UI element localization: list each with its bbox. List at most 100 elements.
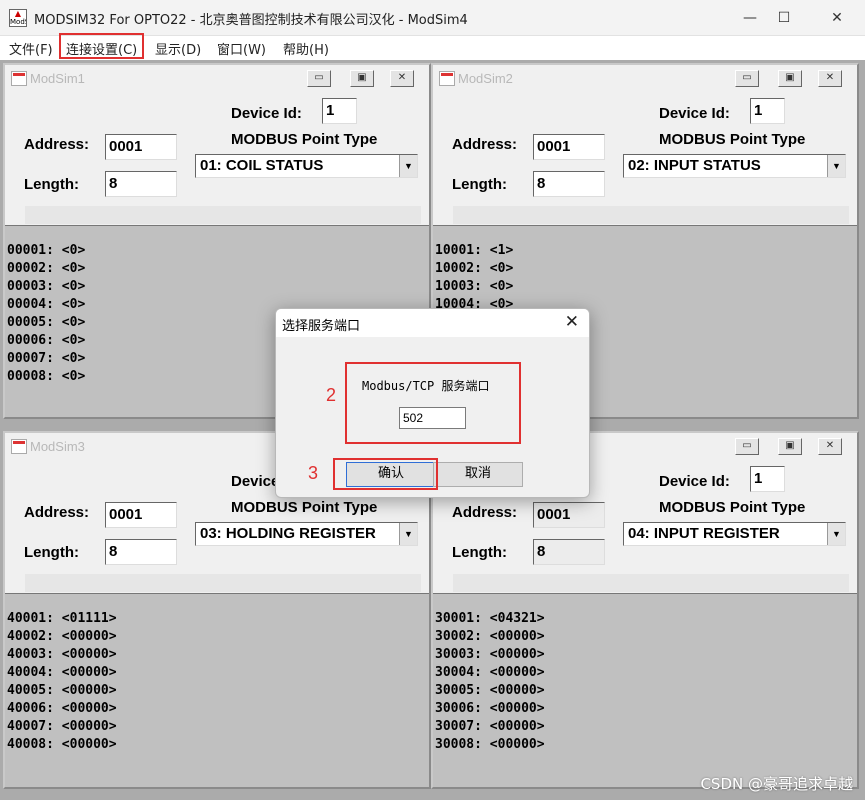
- data-line: 10003: <0>: [435, 279, 514, 294]
- point-type-label: MODBUS Point Type: [659, 499, 806, 516]
- data-line: 40003: <00000>: [7, 647, 117, 662]
- menu-file[interactable]: 文件(F): [9, 39, 53, 58]
- app-title: MODSIM32 For OPTO22 - 北京奥普图控制技术有限公司汉化 - …: [34, 13, 468, 28]
- data-line: 40007: <00000>: [7, 719, 117, 734]
- separator-strip: [453, 574, 849, 592]
- child-minimize-icon[interactable]: ▭: [735, 70, 759, 87]
- length-label: Length:: [452, 544, 507, 561]
- data-line: 10002: <0>: [435, 261, 514, 276]
- address-field[interactable]: 0001: [105, 502, 177, 528]
- device-id-field[interactable]: 1: [750, 98, 785, 124]
- data-display-area: 40001: <01111> 40002: <00000> 40003: <00…: [5, 593, 429, 787]
- address-field[interactable]: 0001: [533, 134, 605, 160]
- data-line: 30004: <00000>: [435, 665, 545, 680]
- device-id-field[interactable]: 1: [322, 98, 357, 124]
- app-icon: ▲ModSim: [9, 9, 27, 27]
- child-close-icon[interactable]: ✕: [390, 70, 414, 87]
- length-field[interactable]: 8: [105, 539, 177, 565]
- child-window-title: ModSim2: [458, 71, 513, 86]
- point-type-value: 01: COIL STATUS: [200, 157, 324, 174]
- address-label: Address:: [24, 504, 90, 521]
- data-line: 40008: <00000>: [7, 737, 117, 752]
- data-line: 40002: <00000>: [7, 629, 117, 644]
- length-label: Length:: [452, 176, 507, 193]
- point-type-select[interactable]: 02: INPUT STATUS ▼: [623, 154, 846, 178]
- point-type-select[interactable]: 03: HOLDING REGISTER ▼: [195, 522, 418, 546]
- cancel-button[interactable]: 取消: [433, 462, 523, 487]
- menu-window[interactable]: 窗口(W): [217, 39, 266, 58]
- annotation-number-2: 2: [326, 385, 337, 405]
- data-line: 00002: <0>: [7, 261, 86, 276]
- chevron-down-icon[interactable]: ▼: [399, 523, 417, 545]
- data-line: 30005: <00000>: [435, 683, 545, 698]
- modsim-icon: [11, 71, 27, 86]
- child-close-icon[interactable]: ✕: [818, 70, 842, 87]
- child-window-title: ModSim1: [30, 71, 85, 86]
- menu-display[interactable]: 显示(D): [155, 39, 201, 58]
- separator-strip: [25, 206, 421, 224]
- address-label: Address:: [452, 504, 518, 521]
- separator-strip: [453, 206, 849, 224]
- data-line: 30008: <00000>: [435, 737, 545, 752]
- address-field[interactable]: 0001: [533, 502, 605, 528]
- child-restore-icon[interactable]: ▣: [778, 438, 802, 455]
- child-window-title: ModSim3: [30, 439, 85, 454]
- annotation-box-port: [345, 362, 521, 444]
- length-field[interactable]: 8: [105, 171, 177, 197]
- data-line: 00001: <0>: [7, 243, 86, 258]
- chevron-down-icon[interactable]: ▼: [399, 155, 417, 177]
- device-id-label: Device Id:: [659, 105, 730, 122]
- data-line: 30003: <00000>: [435, 647, 545, 662]
- length-label: Length:: [24, 176, 79, 193]
- point-type-select[interactable]: 01: COIL STATUS ▼: [195, 154, 418, 178]
- data-display-area: 30001: <04321> 30002: <00000> 30003: <00…: [433, 593, 857, 787]
- close-icon[interactable]: ✕: [814, 0, 860, 36]
- dialog-close-icon[interactable]: ✕: [565, 312, 579, 332]
- child-restore-icon[interactable]: ▣: [350, 70, 374, 87]
- modsim-icon: [11, 439, 27, 454]
- dialog-title: 选择服务端口: [282, 319, 361, 334]
- length-field[interactable]: 8: [533, 539, 605, 565]
- address-field[interactable]: 0001: [105, 134, 177, 160]
- data-line: 30002: <00000>: [435, 629, 545, 644]
- length-label: Length:: [24, 544, 79, 561]
- length-field[interactable]: 8: [533, 171, 605, 197]
- child-restore-icon[interactable]: ▣: [778, 70, 802, 87]
- annotation-number-3: 3: [308, 463, 319, 483]
- child-minimize-icon[interactable]: ▭: [307, 70, 331, 87]
- data-line: 00007: <0>: [7, 351, 86, 366]
- data-line: 00005: <0>: [7, 315, 86, 330]
- device-id-field[interactable]: 1: [750, 466, 785, 492]
- data-line: 00004: <0>: [7, 297, 86, 312]
- data-line: 10001: <1>: [435, 243, 514, 258]
- child-minimize-icon[interactable]: ▭: [735, 438, 759, 455]
- data-line: 40004: <00000>: [7, 665, 117, 680]
- address-label: Address:: [24, 136, 90, 153]
- point-type-value: 02: INPUT STATUS: [628, 157, 761, 174]
- menu-help[interactable]: 帮助(H): [283, 39, 329, 58]
- point-type-value: 04: INPUT REGISTER: [628, 525, 780, 542]
- point-type-label: MODBUS Point Type: [231, 131, 378, 148]
- chevron-down-icon[interactable]: ▼: [827, 523, 845, 545]
- data-line: 00008: <0>: [7, 369, 86, 384]
- data-line: 30007: <00000>: [435, 719, 545, 734]
- address-label: Address:: [452, 136, 518, 153]
- device-id-label: Device Id:: [231, 105, 302, 122]
- point-type-label: MODBUS Point Type: [231, 499, 378, 516]
- data-line: 40005: <00000>: [7, 683, 117, 698]
- annotation-box-confirm: [333, 458, 438, 490]
- point-type-select[interactable]: 04: INPUT REGISTER ▼: [623, 522, 846, 546]
- data-line: 00006: <0>: [7, 333, 86, 348]
- device-id-label: Device: [231, 473, 280, 490]
- data-line: 40006: <00000>: [7, 701, 117, 716]
- chevron-down-icon[interactable]: ▼: [827, 155, 845, 177]
- app-titlebar: ▲ModSim MODSIM32 For OPTO22 - 北京奥普图控制技术有…: [0, 0, 865, 36]
- data-line: 40001: <01111>: [7, 611, 117, 626]
- child-titlebar: ModSim1 ▭ ▣ ✕: [5, 65, 429, 91]
- point-type-value: 03: HOLDING REGISTER: [200, 525, 376, 542]
- child-titlebar: ModSim2 ▭ ▣ ✕: [433, 65, 857, 91]
- maximize-icon[interactable]: ☐: [761, 0, 807, 36]
- separator-strip: [25, 574, 421, 592]
- point-type-label: MODBUS Point Type: [659, 131, 806, 148]
- child-close-icon[interactable]: ✕: [818, 438, 842, 455]
